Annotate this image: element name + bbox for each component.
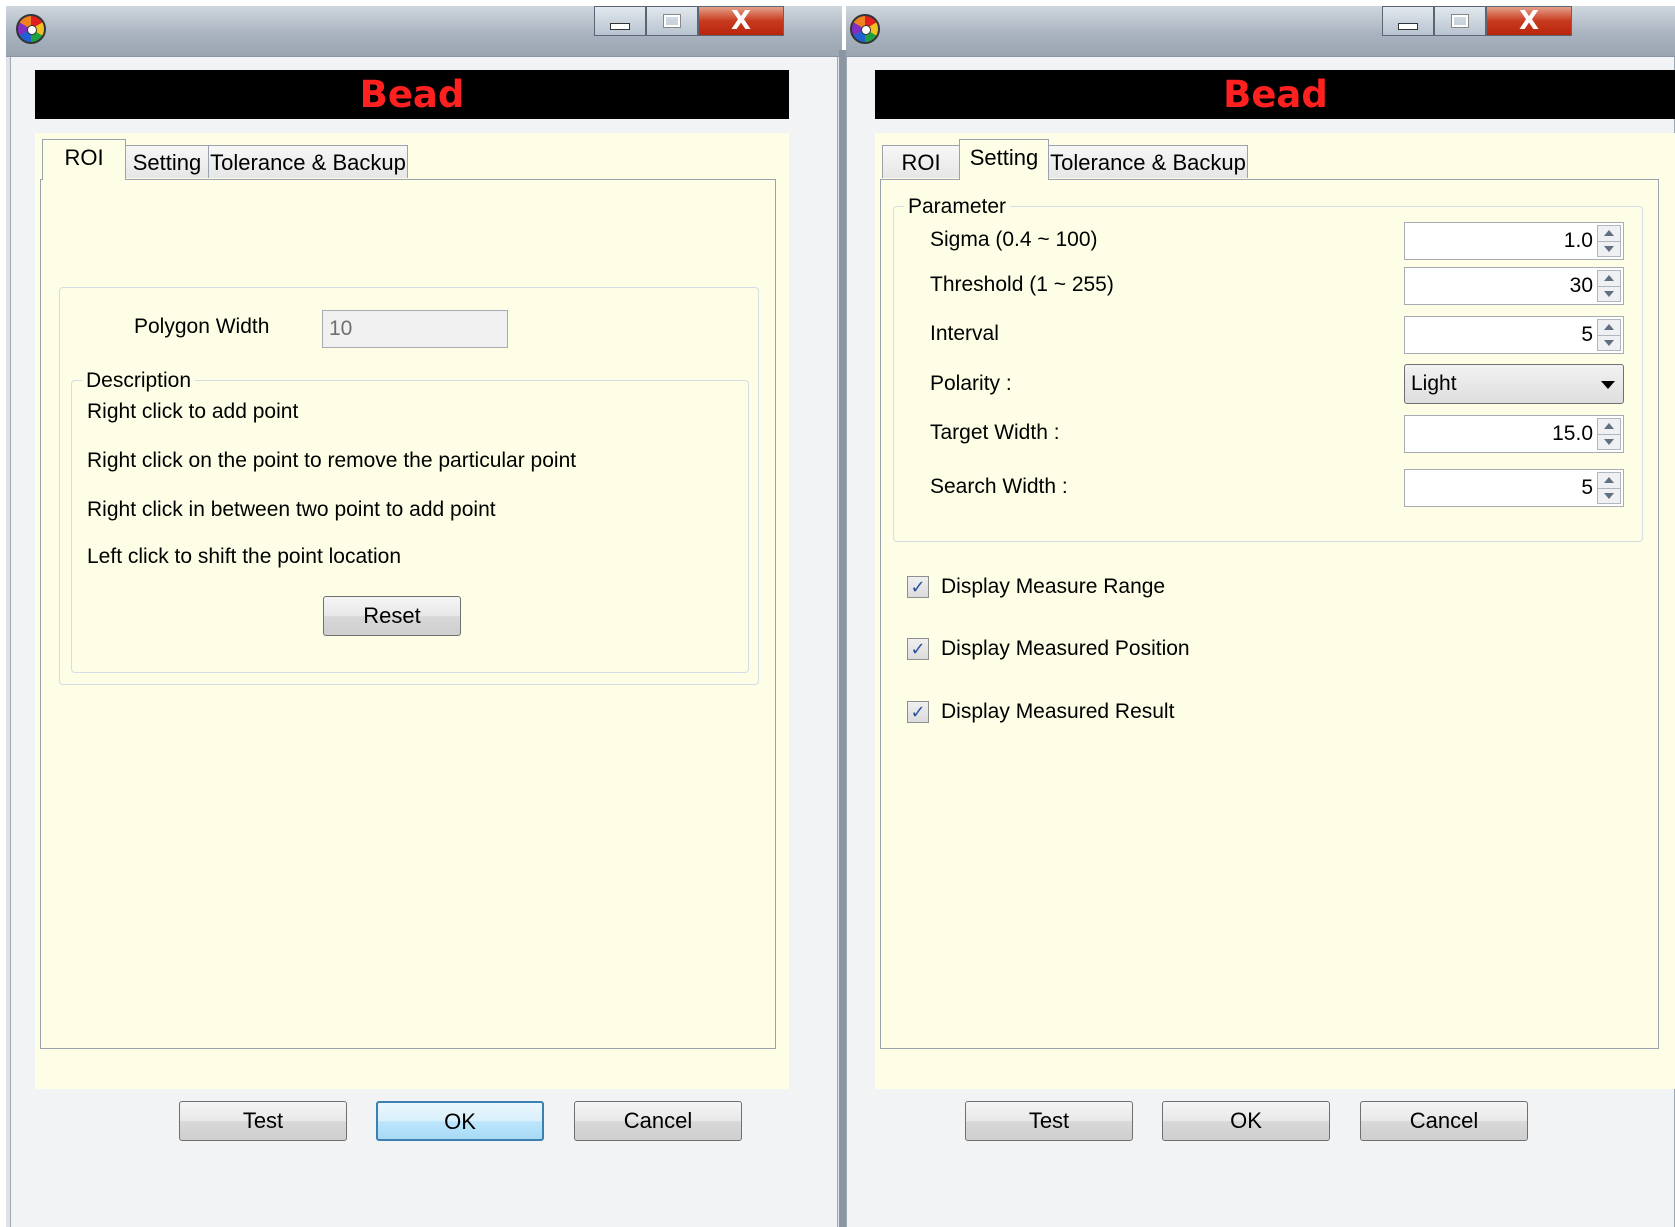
interval-spin-icon[interactable] xyxy=(1597,319,1621,351)
banner-title: Bead xyxy=(35,70,789,119)
setting-tab-page: Parameter Sigma (0.4 ~ 100) 1.0 Threshol… xyxy=(880,179,1659,1049)
tab-panel: ROI Setting Tolerance & Backup Parameter… xyxy=(875,133,1675,1089)
roi-tab-page: Polygon Width 10 Description Right click… xyxy=(40,179,776,1049)
cancel-button[interactable]: Cancel xyxy=(1360,1101,1528,1141)
tab-panel: ROI Setting Tolerance & Backup Polygon W… xyxy=(35,133,789,1089)
ok-button[interactable]: OK xyxy=(1162,1101,1330,1141)
target-width-value: 15.0 xyxy=(1552,422,1593,445)
maximize-button[interactable] xyxy=(1434,6,1486,36)
description-line-1: Right click to add point xyxy=(87,400,299,423)
polygon-group: Polygon Width 10 Description Right click… xyxy=(59,287,759,685)
description-line-4: Left click to shift the point location xyxy=(87,545,402,568)
display-measured-position-checkbox[interactable] xyxy=(907,638,929,660)
threshold-spin-icon[interactable] xyxy=(1597,270,1621,302)
sigma-label: Sigma (0.4 ~ 100) xyxy=(930,228,1098,251)
description-legend: Description xyxy=(82,369,196,393)
interval-value: 5 xyxy=(1581,323,1593,346)
display-measure-range-label[interactable]: Display Measure Range xyxy=(941,574,1165,600)
parameter-group: Parameter Sigma (0.4 ~ 100) 1.0 Threshol… xyxy=(893,195,1643,542)
bead-dialog-roi: X Bead ROI Setting Tolerance & Backup Po… xyxy=(6,6,842,1227)
description-line-3: Right click in between two point to add … xyxy=(87,498,496,521)
title-bar[interactable]: X xyxy=(846,6,1675,57)
sigma-value: 1.0 xyxy=(1563,229,1593,252)
minimize-button[interactable] xyxy=(1382,6,1434,36)
close-button[interactable]: X xyxy=(1486,6,1572,36)
parameter-legend: Parameter xyxy=(904,195,1011,219)
chevron-down-icon[interactable] xyxy=(1601,381,1615,389)
dialog-client: Bead ROI Setting Tolerance & Backup Poly… xyxy=(10,57,838,1227)
threshold-label: Threshold (1 ~ 255) xyxy=(930,273,1114,296)
dialog-client: Bead ROI Setting Tolerance & Backup Para… xyxy=(846,57,1675,1227)
close-button[interactable]: X xyxy=(698,6,784,36)
description-group: Description Right click to add point Rig… xyxy=(71,369,749,673)
maximize-button[interactable] xyxy=(646,6,698,36)
search-width-label: Search Width : xyxy=(930,475,1068,498)
threshold-value: 30 xyxy=(1569,274,1593,297)
interval-label: Interval xyxy=(930,322,999,345)
tab-setting[interactable]: Setting xyxy=(125,145,209,178)
cancel-button[interactable]: Cancel xyxy=(574,1101,742,1141)
search-width-spin-icon[interactable] xyxy=(1597,472,1621,504)
test-button[interactable]: Test xyxy=(965,1101,1133,1141)
tab-setting[interactable]: Setting xyxy=(959,139,1049,180)
reset-button[interactable]: Reset xyxy=(323,596,461,636)
polarity-value: Light xyxy=(1411,372,1457,395)
display-measured-position-label[interactable]: Display Measured Position xyxy=(941,636,1190,662)
tab-roi[interactable]: ROI xyxy=(42,139,126,180)
target-width-label: Target Width : xyxy=(930,421,1060,444)
search-width-value: 5 xyxy=(1581,476,1593,499)
app-icon[interactable] xyxy=(850,14,880,44)
ok-button[interactable]: OK xyxy=(376,1101,544,1141)
polarity-dropdown[interactable]: Light xyxy=(1404,364,1624,404)
banner-title: Bead xyxy=(875,70,1675,119)
polygon-width-label: Polygon Width xyxy=(134,315,270,338)
app-icon[interactable] xyxy=(16,14,46,44)
title-bar[interactable]: X xyxy=(6,6,842,57)
tab-roi[interactable]: ROI xyxy=(882,145,960,178)
target-width-spin-icon[interactable] xyxy=(1597,418,1621,450)
polygon-width-input[interactable]: 10 xyxy=(322,310,508,348)
display-measured-result-label[interactable]: Display Measured Result xyxy=(941,699,1174,725)
tab-tolerance-backup[interactable]: Tolerance & Backup xyxy=(208,145,408,178)
test-button[interactable]: Test xyxy=(179,1101,347,1141)
sigma-spin-icon[interactable] xyxy=(1597,225,1621,257)
display-measure-range-checkbox[interactable] xyxy=(907,576,929,598)
description-line-2: Right click on the point to remove the p… xyxy=(87,449,577,472)
bead-dialog-setting: X Bead ROI Setting Tolerance & Backup Pa… xyxy=(846,6,1675,1227)
polarity-label: Polarity : xyxy=(930,372,1012,395)
minimize-button[interactable] xyxy=(594,6,646,36)
tab-tolerance-backup[interactable]: Tolerance & Backup xyxy=(1048,145,1248,178)
display-measured-result-checkbox[interactable] xyxy=(907,701,929,723)
